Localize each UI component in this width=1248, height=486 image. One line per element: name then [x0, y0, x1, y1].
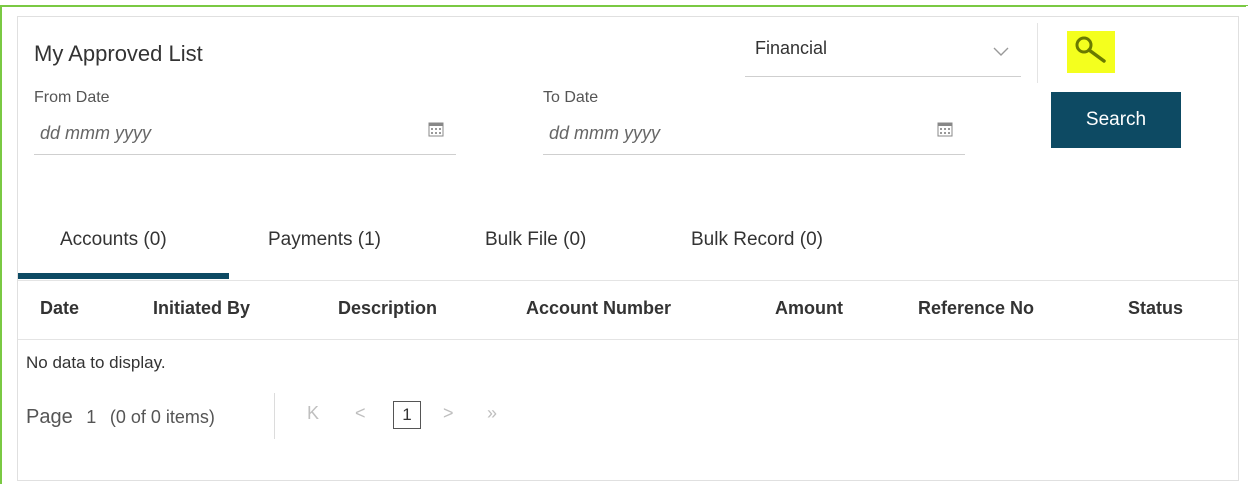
last-page-button[interactable]: »: [487, 403, 497, 424]
magnifier-icon[interactable]: [1067, 31, 1115, 73]
to-date-label: To Date: [543, 89, 599, 106]
column-header-initiated-by[interactable]: Initiated By: [153, 298, 250, 319]
approved-list-panel: My Approved List Financial From Date To …: [17, 16, 1239, 481]
divider: [1037, 23, 1038, 83]
type-select[interactable]: Financial: [745, 31, 1021, 77]
pager-divider: [274, 393, 275, 439]
pager-page-word: Page: [26, 406, 73, 428]
tab-bar: Accounts (0) Payments (1) Bulk File (0) …: [18, 213, 1238, 281]
current-page-button[interactable]: 1: [393, 401, 421, 429]
empty-state-text: No data to display.: [26, 353, 166, 372]
to-date-input[interactable]: [547, 117, 911, 149]
column-header-amount[interactable]: Amount: [775, 298, 843, 319]
active-tab-indicator: [18, 273, 229, 279]
pager-info: Page 1 (0 of 0 items): [26, 406, 215, 429]
column-header-status[interactable]: Status: [1128, 298, 1183, 319]
type-select-value: Financial: [755, 38, 828, 58]
calendar-icon[interactable]: [428, 121, 444, 137]
from-date-label: From Date: [34, 89, 110, 106]
from-date-field[interactable]: [34, 109, 456, 155]
next-page-button[interactable]: >: [443, 403, 454, 424]
from-date-input[interactable]: [38, 117, 402, 149]
calendar-icon[interactable]: [937, 121, 953, 137]
chevron-down-icon: [993, 47, 1009, 56]
tab-bulk-record[interactable]: Bulk Record (0): [691, 229, 823, 251]
tab-payments[interactable]: Payments (1): [268, 229, 381, 251]
search-button[interactable]: Search: [1051, 92, 1181, 148]
tab-accounts[interactable]: Accounts (0): [60, 229, 167, 251]
pager-page-number: 1: [86, 407, 97, 427]
prev-page-button[interactable]: <: [355, 403, 366, 424]
pager: Page 1 (0 of 0 items) K < 1 > »: [18, 393, 618, 439]
first-page-button[interactable]: K: [307, 403, 319, 424]
table-header: Date Initiated By Description Account Nu…: [18, 281, 1238, 340]
column-header-account-number[interactable]: Account Number: [526, 298, 671, 319]
column-header-reference-no[interactable]: Reference No: [918, 298, 1034, 319]
column-header-description[interactable]: Description: [338, 298, 437, 319]
to-date-field[interactable]: [543, 109, 965, 155]
pager-items-count: (0 of 0 items): [109, 407, 215, 427]
column-header-date[interactable]: Date: [40, 298, 79, 319]
page-title: My Approved List: [34, 41, 203, 66]
tab-bulk-file[interactable]: Bulk File (0): [485, 229, 586, 251]
